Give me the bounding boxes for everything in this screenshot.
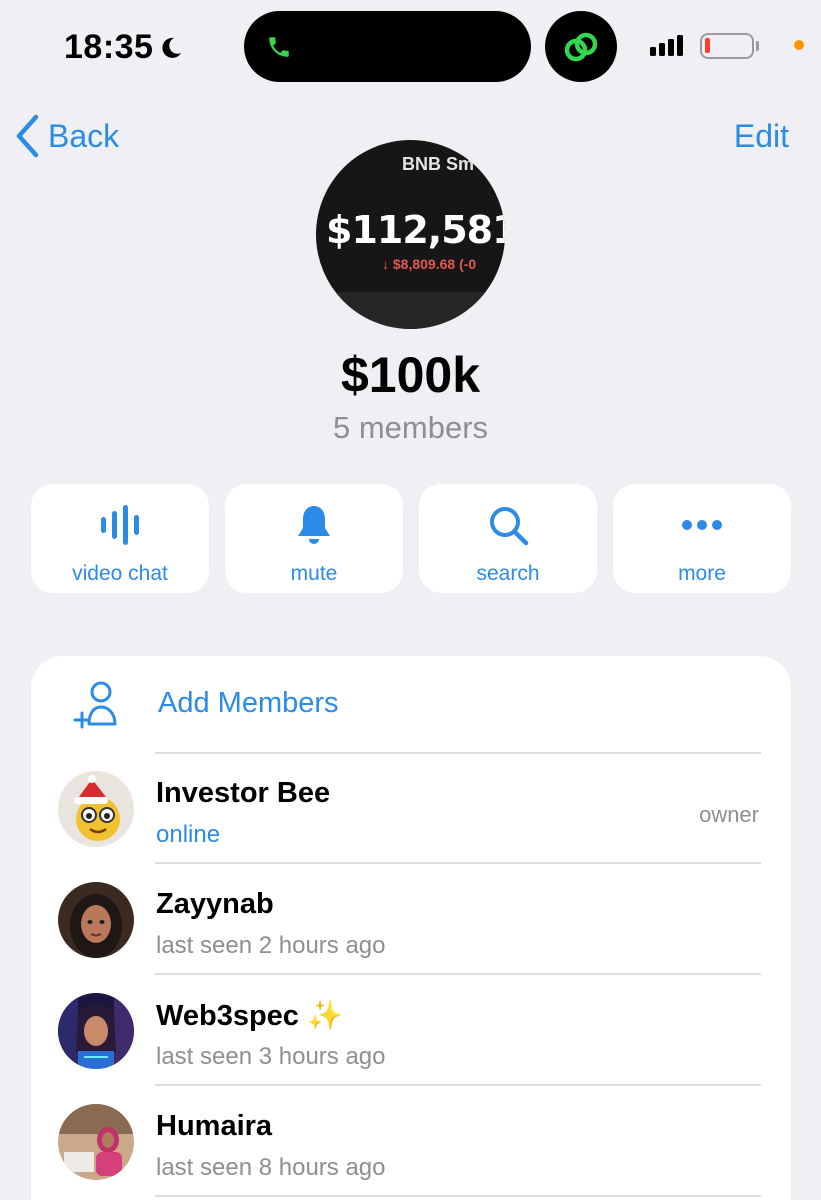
mute-label: mute <box>290 562 338 585</box>
avatar <box>58 882 134 958</box>
chevron-left-icon <box>16 114 39 158</box>
phone-icon <box>269 36 289 57</box>
members-card: Add Members Investor Bee online owner Za… <box>31 656 791 1200</box>
moon-icon <box>162 37 182 58</box>
arrow-down-icon: ↓ <box>382 256 393 272</box>
divider <box>155 862 761 864</box>
bell-icon <box>298 506 330 544</box>
member-status: last seen 2 hours ago <box>156 932 386 959</box>
link-icon <box>564 32 598 61</box>
divider <box>155 1084 761 1086</box>
member-name: Zayynab <box>156 888 274 920</box>
battery-cap <box>756 41 759 51</box>
member-row[interactable]: Zayynab last seen 2 hours ago <box>31 876 791 987</box>
cyber-woman-avatar-icon <box>58 993 134 1069</box>
search-icon <box>490 507 529 546</box>
member-role-badge: owner <box>699 802 759 827</box>
divider <box>155 1195 761 1197</box>
add-members-label: Add Members <box>158 687 339 719</box>
battery-icon <box>700 33 754 59</box>
video-chat-label: video chat <box>72 562 168 585</box>
edit-button[interactable]: Edit <box>734 118 789 155</box>
status-time: 18:35 <box>64 28 183 67</box>
avatar <box>58 993 134 1069</box>
avatar-band <box>316 292 505 329</box>
member-status: online <box>156 821 221 848</box>
group-title: $100k <box>340 347 481 403</box>
woman-hijab-avatar-icon <box>58 882 134 958</box>
group-avatar[interactable]: BNB Sm $112,581,4 ↓ $8,809.68 (-0 <box>316 140 505 329</box>
action-bar: video chat mute search more <box>31 484 791 593</box>
more-button[interactable]: more <box>613 484 791 593</box>
mute-button[interactable]: mute <box>225 484 403 593</box>
avatar <box>58 1104 134 1180</box>
island-app-activity[interactable] <box>545 11 617 82</box>
signal-icon <box>650 35 683 56</box>
member-name: Investor Bee <box>156 777 331 809</box>
divider <box>155 973 761 975</box>
back-button[interactable]: Back <box>14 114 119 158</box>
woman-photo-avatar-icon <box>58 1104 134 1180</box>
member-row[interactable]: Web3spec ✨ last seen 3 hours ago <box>31 987 791 1098</box>
bee-avatar-icon <box>58 771 134 847</box>
more-icon <box>682 520 722 530</box>
member-row[interactable]: Investor Bee online owner <box>31 765 791 876</box>
member-row[interactable]: Humaira last seen 8 hours ago <box>31 1098 791 1200</box>
avatar-price-text: $112,581,4 <box>326 208 505 252</box>
more-label: more <box>678 562 726 585</box>
clock-text: 18:35 <box>64 28 154 66</box>
privacy-indicator-dot <box>794 40 804 50</box>
avatar-change-text: ↓ $8,809.68 (-0 <box>382 256 476 272</box>
member-status: last seen 3 hours ago <box>156 1043 386 1070</box>
video-chat-button[interactable]: video chat <box>31 484 209 593</box>
add-person-icon <box>73 681 117 729</box>
divider <box>155 752 761 754</box>
avatar-ticker-text: BNB Sm <box>402 154 475 174</box>
member-status: last seen 8 hours ago <box>156 1154 386 1181</box>
avatar <box>58 771 134 847</box>
member-name: Humaira <box>156 1110 273 1142</box>
avatar-change-value: $8,809.68 (-0 <box>392 256 477 272</box>
dynamic-island[interactable] <box>244 11 531 82</box>
add-members-row[interactable]: Add Members <box>31 656 791 754</box>
waveform-icon <box>101 505 139 545</box>
search-button[interactable]: search <box>419 484 597 593</box>
search-label: search <box>476 562 540 585</box>
back-label: Back <box>48 117 120 154</box>
member-name: Web3spec ✨ <box>156 1000 344 1032</box>
members-count: 5 members <box>332 410 489 445</box>
